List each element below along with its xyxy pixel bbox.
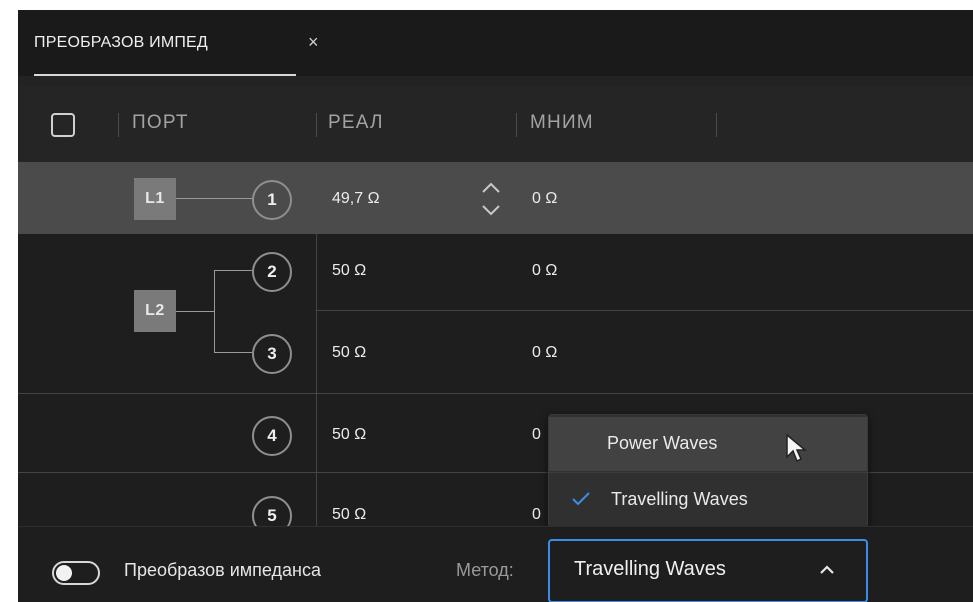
group-label-l2[interactable]: L2: [134, 290, 176, 332]
method-select[interactable]: Travelling Waves: [548, 539, 868, 602]
real-value-cell[interactable]: 50 Ω: [332, 426, 366, 444]
port-number: 2: [252, 252, 292, 292]
column-separator: [316, 113, 317, 137]
chevron-up-icon: [820, 565, 834, 574]
imag-value-cell[interactable]: 0 Ω: [532, 344, 557, 362]
imag-value-cell[interactable]: 0: [532, 426, 541, 444]
method-select-value: Travelling Waves: [574, 558, 726, 580]
menu-item-power-waves[interactable]: Power Waves: [549, 417, 867, 471]
impedance-conversion-toggle[interactable]: [52, 561, 100, 585]
real-value-cell[interactable]: 50 Ω: [332, 506, 366, 524]
menu-item-label: Travelling Waves: [611, 489, 748, 509]
row-divider: [18, 393, 973, 394]
impedance-conversion-panel: ПРЕОБРАЗОВ ИМПЕД × ПОРТ РЕАЛ МНИМ L1 1 4…: [18, 10, 973, 602]
footer-bar: Преобразов импеданса Метод: Travelling W…: [18, 526, 973, 602]
column-header-real[interactable]: РЕАЛ: [328, 112, 384, 134]
port-number: 4: [252, 416, 292, 456]
checkmark-icon: [572, 492, 590, 506]
imag-value-cell[interactable]: 0: [532, 506, 541, 524]
column-separator: [716, 113, 717, 137]
connector-line: [214, 270, 252, 271]
method-dropdown-menu: Power Waves Travelling Waves: [548, 414, 868, 528]
mouse-pointer-icon: [786, 433, 807, 463]
select-all-checkbox[interactable]: [51, 113, 75, 137]
column-separator: [118, 113, 119, 137]
method-label: Метод:: [456, 560, 514, 580]
connector-line: [214, 352, 252, 353]
connector-line: [176, 198, 252, 199]
column-divider: [316, 234, 317, 526]
real-value-cell[interactable]: 49,7 Ω: [332, 190, 380, 208]
column-header-imag[interactable]: МНИМ: [530, 112, 594, 134]
port-number: 3: [252, 334, 292, 374]
tab-bar-divider: [18, 76, 973, 86]
imag-value-cell[interactable]: 0 Ω: [532, 190, 557, 208]
spin-up-icon: [482, 182, 500, 193]
real-value-cell[interactable]: 50 Ω: [332, 344, 366, 362]
spin-down-icon: [482, 205, 500, 216]
tab-bar: ПРЕОБРАЗОВ ИМПЕД ×: [18, 10, 973, 76]
close-icon[interactable]: ×: [308, 32, 319, 53]
value-spinner[interactable]: [480, 178, 502, 220]
toggle-knob: [56, 565, 72, 581]
menu-item-label: Power Waves: [607, 433, 718, 453]
connector-line: [176, 311, 214, 312]
toggle-label: Преобразов импеданса: [124, 560, 321, 580]
port-number: 1: [252, 180, 292, 220]
menu-item-travelling-waves[interactable]: Travelling Waves: [549, 472, 867, 527]
column-header-port[interactable]: ПОРТ: [132, 112, 189, 134]
tab-label: ПРЕОБРАЗОВ ИМПЕД: [34, 34, 208, 51]
row-divider: [316, 310, 973, 311]
table-header: ПОРТ РЕАЛ МНИМ: [18, 86, 973, 162]
tab-impedance-conversion[interactable]: ПРЕОБРАЗОВ ИМПЕД: [34, 34, 296, 76]
column-separator: [516, 113, 517, 137]
connector-line: [214, 270, 215, 352]
imag-value-cell[interactable]: 0 Ω: [532, 262, 557, 280]
real-value-cell[interactable]: 50 Ω: [332, 262, 366, 280]
group-label-l1[interactable]: L1: [134, 178, 176, 220]
